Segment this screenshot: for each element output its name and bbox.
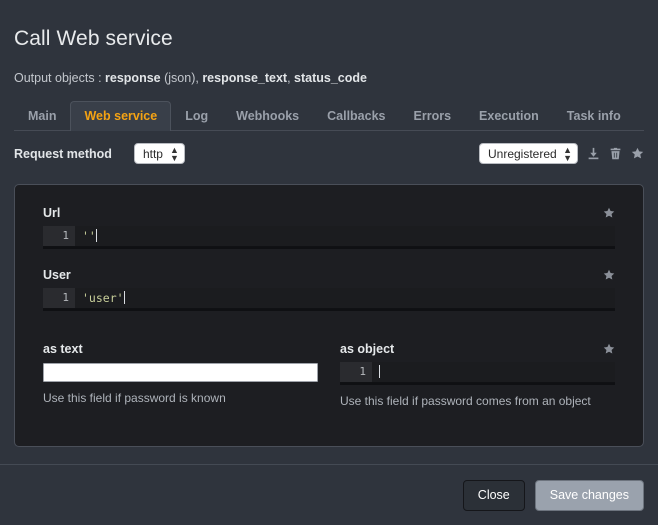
- tab-log[interactable]: Log: [171, 101, 222, 131]
- url-text-caret: [95, 229, 97, 242]
- as-object-header: as object: [340, 341, 615, 357]
- output-objects-prefix: Output objects :: [14, 71, 106, 85]
- tab-task-info[interactable]: Task info: [553, 101, 635, 131]
- as-object-editor-underline: [340, 382, 615, 385]
- tab-webhooks[interactable]: Webhooks: [222, 101, 313, 131]
- tab-main[interactable]: Main: [14, 101, 70, 131]
- close-button[interactable]: Close: [462, 479, 525, 511]
- web-service-settings-panel: Url 1 '' User 1 'user' as text Use this …: [14, 184, 644, 447]
- tab-bar: Main Web service Log Webhooks Callbacks …: [14, 101, 644, 131]
- as-text-input[interactable]: [43, 363, 318, 382]
- as-object-code-editor[interactable]: 1: [340, 362, 615, 382]
- url-star-icon[interactable]: [603, 207, 615, 219]
- save-changes-button[interactable]: Save changes: [534, 479, 644, 511]
- registration-select-wrapper: Unregistered ▲ ▼: [479, 143, 578, 164]
- download-icon[interactable]: [587, 147, 600, 160]
- request-method-select[interactable]: http: [133, 143, 185, 164]
- method-row-right-controls: Unregistered ▲ ▼: [479, 143, 644, 164]
- output-object-response-text: response_text: [202, 71, 288, 85]
- as-object-label: as object: [340, 342, 395, 356]
- tab-execution[interactable]: Execution: [465, 101, 553, 131]
- trash-icon[interactable]: [609, 147, 622, 160]
- page-title: Call Web service: [14, 27, 173, 50]
- as-object-code-content[interactable]: [372, 362, 615, 382]
- user-code-content[interactable]: 'user': [75, 288, 615, 308]
- user-field-header: User: [43, 267, 615, 283]
- as-text-hint: Use this field if password is known: [43, 391, 226, 405]
- spacer-url-user: [43, 249, 615, 267]
- tab-errors[interactable]: Errors: [400, 101, 466, 131]
- url-label: Url: [43, 206, 61, 220]
- modal-header: Call Web service Output objects : respon…: [0, 0, 658, 86]
- output-objects-line: Output objects : response (json), respon…: [14, 70, 644, 86]
- as-text-label: as text: [43, 342, 83, 356]
- url-line-number: 1: [43, 226, 75, 246]
- modal-footer: Close Save changes: [0, 465, 658, 525]
- as-object-column: as object 1 Use this field if password c…: [340, 341, 615, 409]
- as-object-line-number: 1: [340, 362, 372, 382]
- request-method-row: Request method http ▲ ▼ Unregistered ▲ ▼: [14, 131, 644, 176]
- output-object-response-text-suffix: ,: [287, 71, 295, 85]
- password-columns: as text Use this field if password is kn…: [43, 341, 615, 409]
- user-text-caret: [123, 291, 125, 304]
- star-icon[interactable]: [631, 147, 644, 160]
- tab-web-service[interactable]: Web service: [70, 101, 172, 131]
- spacer-user-password: [43, 311, 615, 341]
- as-object-star-icon[interactable]: [603, 343, 615, 355]
- as-text-column: as text Use this field if password is kn…: [43, 341, 318, 409]
- user-code-text: 'user': [82, 291, 124, 305]
- as-object-hint: Use this field if password comes from an…: [340, 394, 591, 408]
- user-label: User: [43, 268, 71, 282]
- request-method-label: Request method: [14, 146, 112, 161]
- output-object-status-code: status_code: [294, 71, 367, 85]
- url-field-header: Url: [43, 205, 615, 221]
- tab-callbacks[interactable]: Callbacks: [313, 101, 399, 131]
- as-text-header: as text: [43, 341, 318, 357]
- output-object-response-suffix: (json),: [160, 71, 203, 85]
- user-star-icon[interactable]: [603, 269, 615, 281]
- user-code-editor[interactable]: 1 'user': [43, 288, 615, 308]
- url-code-text: '': [82, 229, 96, 243]
- registration-select[interactable]: Unregistered: [479, 143, 578, 164]
- url-code-editor[interactable]: 1 '': [43, 226, 615, 246]
- user-line-number: 1: [43, 288, 75, 308]
- url-code-content[interactable]: '': [75, 226, 615, 246]
- output-object-response: response: [105, 71, 161, 85]
- as-object-text-caret: [379, 365, 380, 378]
- request-method-select-wrapper: http ▲ ▼: [133, 143, 185, 164]
